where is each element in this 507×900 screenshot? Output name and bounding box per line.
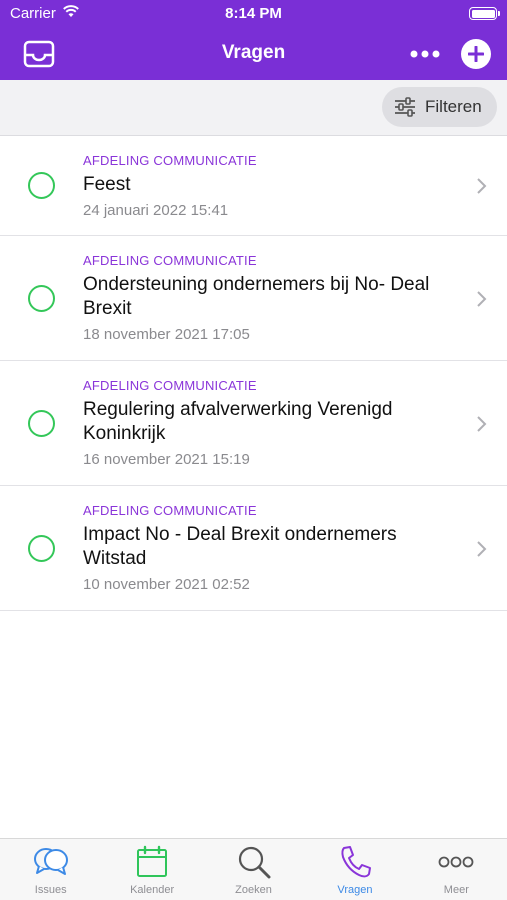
- list-item[interactable]: AFDELING COMMUNICATIE Regulering afvalve…: [0, 361, 507, 486]
- sliders-icon: [395, 97, 415, 117]
- item-title: Ondersteuning ondernemers bij No- Deal B…: [83, 274, 430, 319]
- add-button[interactable]: [461, 39, 491, 69]
- questions-list: AFDELING COMMUNICATIE Feest 24 januari 2…: [0, 136, 507, 611]
- navigation-bar: Vragen: [0, 28, 507, 80]
- filter-bar: Filteren: [0, 80, 507, 136]
- item-department: AFDELING COMMUNICATIE: [83, 378, 257, 393]
- chevron-right-icon: [477, 178, 487, 194]
- tab-label: Vragen: [337, 884, 373, 896]
- tab-zoeken[interactable]: Zoeken: [203, 839, 304, 900]
- chat-bubbles-icon: [33, 848, 68, 875]
- item-title: Regulering afvalverwerking Verenigd Koni…: [83, 399, 393, 444]
- item-department: AFDELING COMMUNICATIE: [83, 153, 257, 168]
- status-circle-icon: [28, 535, 55, 562]
- tab-label: Zoeken: [235, 884, 272, 896]
- phone-icon: [341, 846, 371, 878]
- chevron-right-icon: [477, 416, 487, 432]
- chevron-right-icon: [477, 541, 487, 557]
- more-dots-icon[interactable]: [408, 41, 442, 67]
- tab-label: Issues: [34, 884, 67, 896]
- status-time: 8:14 PM: [225, 5, 282, 22]
- tab-label: Meer: [443, 884, 469, 896]
- item-date: 18 november 2021 17:05: [83, 326, 250, 343]
- tab-meer[interactable]: Meer: [406, 839, 507, 900]
- more-circles-icon: [438, 856, 474, 868]
- status-circle-icon: [28, 410, 55, 437]
- tab-vragen[interactable]: Vragen: [304, 839, 405, 900]
- tab-kalender[interactable]: Kalender: [101, 839, 202, 900]
- plus-icon: [468, 46, 484, 62]
- calendar-icon: [137, 845, 168, 877]
- tab-issues[interactable]: Issues: [0, 839, 101, 900]
- list-item[interactable]: AFDELING COMMUNICATIE Impact No - Deal B…: [0, 486, 507, 611]
- status-circle-icon: [28, 285, 55, 312]
- item-date: 16 november 2021 15:19: [83, 451, 250, 468]
- chevron-right-icon: [477, 291, 487, 307]
- search-icon: [238, 846, 271, 879]
- item-department: AFDELING COMMUNICATIE: [83, 253, 257, 268]
- list-item[interactable]: AFDELING COMMUNICATIE Ondersteuning onde…: [0, 236, 507, 361]
- list-item[interactable]: AFDELING COMMUNICATIE Feest 24 januari 2…: [0, 136, 507, 236]
- item-title: Feest: [83, 174, 131, 195]
- item-date: 24 januari 2022 15:41: [83, 202, 229, 219]
- tab-label: Kalender: [130, 884, 175, 896]
- status-circle-icon: [28, 172, 55, 199]
- tab-bar: Issues Kalender Zoeken Vragen Meer: [0, 838, 507, 900]
- battery-icon: [469, 7, 500, 20]
- filter-label: Filteren: [425, 97, 482, 116]
- item-date: 10 november 2021 02:52: [83, 576, 250, 593]
- item-title: Impact No - Deal Brexit ondernemers Wits…: [83, 524, 397, 569]
- filter-button[interactable]: Filteren: [382, 87, 497, 127]
- status-bar: Carrier 8:14 PM: [0, 0, 507, 28]
- item-department: AFDELING COMMUNICATIE: [83, 503, 257, 518]
